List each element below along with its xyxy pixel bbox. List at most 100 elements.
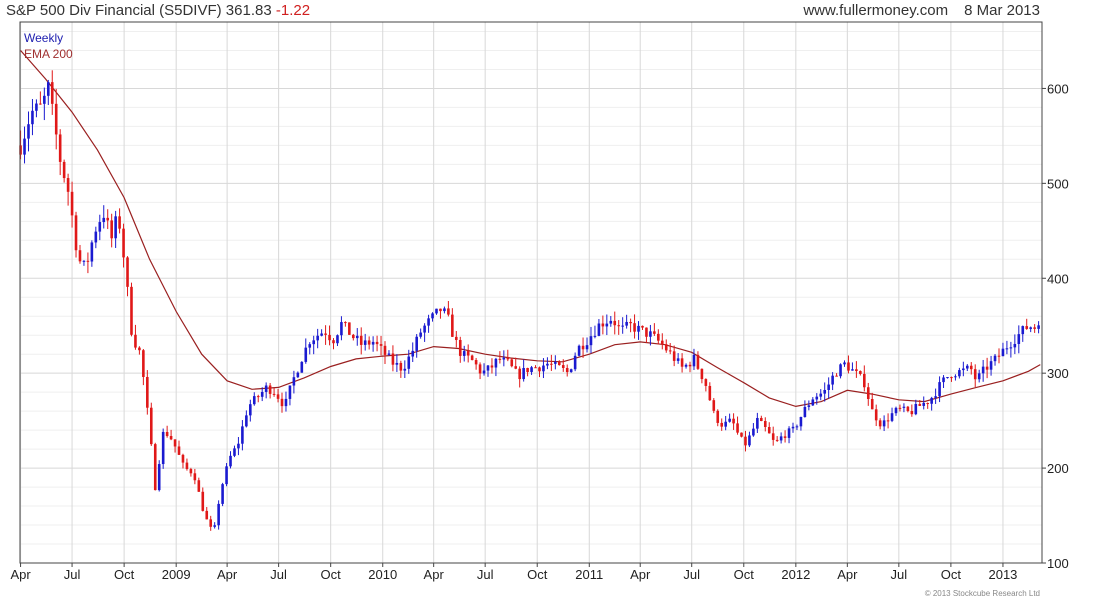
candle-body — [736, 423, 739, 433]
candle-body — [811, 399, 815, 406]
candle-body — [185, 462, 189, 470]
candle-body — [827, 384, 830, 390]
candle-body — [910, 411, 914, 415]
candle-body — [173, 439, 177, 447]
candle-body — [771, 433, 775, 440]
candle-body — [375, 341, 379, 345]
candle-body — [451, 314, 454, 337]
candle-body — [597, 323, 601, 336]
candle-body — [819, 393, 823, 397]
candle-body — [435, 308, 438, 314]
candle-body — [958, 370, 961, 377]
candle-body — [355, 335, 359, 339]
candle-body — [264, 385, 268, 392]
candle-body — [387, 353, 391, 355]
candle-body — [716, 410, 720, 423]
candle-body — [617, 325, 621, 327]
candle-body — [514, 366, 518, 369]
candle-body — [633, 323, 636, 332]
candle-body — [149, 407, 153, 445]
candle-body — [181, 454, 185, 463]
candle-body — [530, 367, 533, 372]
candle-body — [98, 222, 102, 232]
candle-body — [704, 379, 708, 386]
candle-body — [542, 365, 545, 372]
candle-body — [296, 372, 300, 378]
candle-body — [332, 340, 335, 344]
candle-body — [977, 373, 981, 380]
candle-body — [756, 417, 759, 429]
candle-body — [138, 347, 141, 351]
candle-body — [130, 286, 133, 335]
candle-body — [866, 387, 870, 400]
candle-body — [252, 396, 256, 405]
candle-body — [787, 428, 791, 438]
candle-body — [708, 385, 712, 401]
candle-body — [748, 435, 751, 446]
candle-body — [510, 359, 514, 367]
candle-body — [660, 340, 664, 345]
candle-body — [1017, 334, 1021, 344]
candle-body — [791, 426, 795, 429]
x-tick-label: 2009 — [162, 567, 191, 582]
y-tick-label: 500 — [1047, 176, 1069, 191]
candle-body — [272, 393, 276, 395]
candle-body — [249, 404, 252, 416]
candle-body — [962, 368, 965, 371]
candle-body — [799, 417, 803, 427]
candle-body — [106, 217, 110, 221]
candle-body — [692, 354, 696, 367]
ema-200-line — [20, 50, 1041, 408]
candle-body — [328, 334, 331, 341]
candle-body — [308, 344, 312, 348]
candle-body — [839, 364, 842, 377]
candle-body — [46, 82, 50, 96]
candle-body — [225, 466, 228, 485]
candle-body — [720, 422, 724, 427]
candle-body — [134, 334, 137, 348]
candle-body — [443, 308, 446, 312]
x-tick-label: Apr — [10, 567, 31, 582]
candle-body — [201, 491, 205, 511]
candle-body — [609, 320, 613, 324]
candle-body — [914, 404, 918, 415]
candle-body — [950, 377, 953, 379]
plot-frame — [19, 21, 1043, 564]
candle-body — [229, 455, 232, 467]
candle-body — [284, 398, 288, 407]
candle-body — [312, 340, 315, 345]
candle-body — [906, 406, 910, 412]
candle-body — [371, 341, 375, 345]
candle-body — [367, 340, 371, 345]
candle-body — [462, 351, 466, 356]
candle-body — [859, 371, 862, 374]
candle-body — [700, 368, 704, 380]
candle-body — [767, 427, 771, 434]
y-tick-label: 200 — [1047, 461, 1069, 476]
candle-body — [581, 345, 585, 350]
candle-body — [688, 364, 692, 367]
candle-body — [336, 335, 339, 344]
candle-body — [993, 355, 997, 362]
candle-body — [431, 313, 434, 319]
ema-200-series — [20, 50, 1041, 408]
candle-body — [546, 363, 549, 366]
candle-body — [752, 428, 755, 436]
x-tick-label: Oct — [114, 567, 135, 582]
candle-body — [712, 400, 716, 411]
x-tick-label: Apr — [837, 567, 858, 582]
candle-body — [724, 421, 727, 427]
candle-body — [344, 322, 347, 324]
candle-body — [803, 406, 807, 418]
candle-body — [280, 398, 284, 407]
legend-ema-200: EMA 200 — [24, 47, 73, 61]
candle-body — [1013, 343, 1017, 348]
candle-body — [205, 510, 209, 520]
candle-body — [157, 464, 161, 491]
price-series — [19, 70, 1040, 531]
candle-body — [629, 321, 632, 324]
candle-body — [894, 407, 898, 414]
candle-body — [676, 358, 680, 361]
candle-body — [486, 365, 490, 371]
candle-body — [193, 473, 197, 481]
